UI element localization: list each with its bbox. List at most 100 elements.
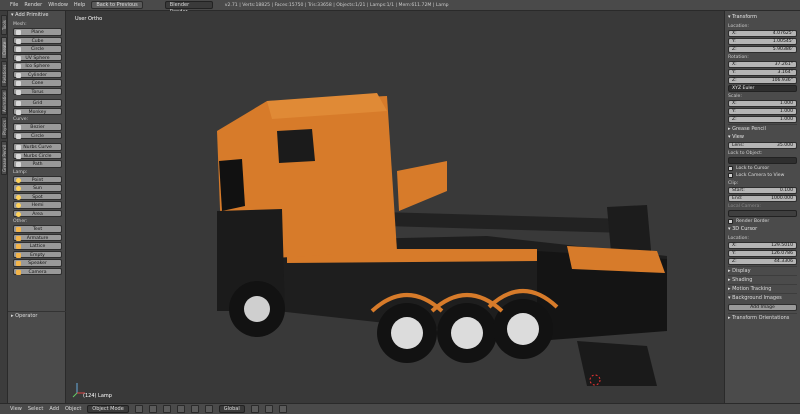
menu-render[interactable]: Render [24, 2, 42, 8]
render-engine-select[interactable]: Blender Render [164, 1, 213, 15]
add-lattice-button[interactable]: Lattice [13, 242, 62, 250]
add-monkey-button[interactable]: Monkey [13, 107, 62, 115]
add-bezier-button[interactable]: Bezier [13, 123, 62, 131]
add-ico-sphere-button[interactable]: Ico Sphere [13, 62, 62, 70]
add-cylinder-button[interactable]: Cylinder [13, 70, 62, 78]
menu-add[interactable]: Add [49, 406, 59, 412]
add-cone-label: Cone [31, 81, 44, 86]
add-nurbs-curve-button[interactable]: Nurbs Curve [13, 143, 62, 151]
render-border-checkbox[interactable]: Render Border [728, 218, 797, 225]
tab-animation[interactable]: Animation [1, 89, 7, 115]
cursor-y-field[interactable]: Y: 126.0786 [728, 250, 797, 257]
3d-cursor-header[interactable]: ▾ 3D Cursor [728, 225, 797, 234]
snap-icon[interactable] [264, 405, 273, 413]
add-nurbs-circle-button[interactable]: Nurbs Circle [13, 151, 62, 159]
tab-grease-pencil[interactable]: Grease Pencil [1, 141, 7, 175]
menu-help[interactable]: Help [74, 2, 85, 8]
lock-object-field[interactable] [728, 157, 797, 164]
add-torus-button[interactable]: Torus [13, 87, 62, 95]
tab-create[interactable]: Create [1, 37, 7, 59]
rotation-x-field[interactable]: X: 37.261° [728, 61, 797, 68]
scale-x-field[interactable]: X: 1.000 [728, 100, 797, 107]
toolshelf-tabs: Tools Create Relations Animation Physics… [0, 11, 8, 403]
scale-icon[interactable] [204, 405, 213, 413]
orientation-select[interactable]: Global [218, 405, 245, 413]
add-text-button[interactable]: Text [13, 225, 62, 233]
3d-viewport[interactable]: User Ortho (124) Lamp [67, 11, 724, 403]
clip-end-field[interactable]: End: 1000.000 [728, 195, 797, 202]
add-point-lamp-button[interactable]: Point [13, 175, 62, 183]
cursor-z-field[interactable]: Z: 44.3306 [728, 258, 797, 265]
add-hemi-lamp-button[interactable]: Hemi [13, 201, 62, 209]
translate-icon[interactable] [176, 405, 185, 413]
add-cone-button[interactable]: Cone [13, 79, 62, 87]
viewport-shading-icon[interactable] [134, 405, 143, 413]
transform-orientations-panel[interactable]: ▸ Transform Orientations [728, 313, 797, 322]
clip-start-field[interactable]: Start: 0.100 [728, 187, 797, 194]
tab-tools[interactable]: Tools [1, 15, 7, 35]
manipulator-icon[interactable] [162, 405, 171, 413]
location-z-field[interactable]: Z: 5.90386' [728, 46, 797, 53]
tab-physics[interactable]: Physics [1, 117, 7, 139]
menu-window[interactable]: Window [48, 2, 68, 8]
add-grid-button[interactable]: Grid [13, 99, 62, 107]
view-header[interactable]: ▾ View [728, 133, 797, 142]
rotation-y-field[interactable]: Y: 3.164° [728, 69, 797, 76]
mode-select[interactable]: Object Mode [87, 405, 129, 413]
add-area-lamp-button[interactable]: Area [13, 209, 62, 217]
tab-relations[interactable]: Relations [1, 61, 7, 87]
transform-orientations-label: Transform Orientations [732, 315, 790, 321]
local-camera-field[interactable] [728, 210, 797, 217]
menu-object[interactable]: Object [65, 406, 81, 412]
menu-view[interactable]: View [10, 406, 22, 412]
add-plane-button[interactable]: Plane [13, 28, 62, 36]
lens-field[interactable]: Lens: 35.000 [728, 142, 797, 149]
pivot-point-icon[interactable] [148, 405, 157, 413]
nurbs-curve-icon [16, 145, 21, 150]
motion-tracking-panel[interactable]: ▸ Motion Tracking [728, 284, 797, 293]
cursor-x-axis: X: [732, 243, 737, 248]
cursor-x-value: 129.5010 [771, 243, 793, 248]
add-path-button[interactable]: Path [13, 160, 62, 168]
rotate-icon[interactable] [190, 405, 199, 413]
nurbs-circle-icon [16, 153, 21, 159]
add-curve-circle-button[interactable]: Circle [13, 131, 62, 139]
display-panel[interactable]: ▸ Display [728, 266, 797, 275]
add-image-button[interactable]: Add Image [728, 304, 797, 311]
add-sun-lamp-button[interactable]: Sun [13, 184, 62, 192]
lock-to-cursor-checkbox[interactable]: Lock to Cursor [728, 165, 797, 172]
proportional-edit-icon[interactable] [278, 405, 287, 413]
grease-pencil-panel[interactable]: ▸ Grease Pencil [728, 124, 797, 133]
menu-select[interactable]: Select [28, 406, 43, 412]
add-speaker-button[interactable]: Speaker [13, 259, 62, 267]
scale-z-field[interactable]: Z: 1.000 [728, 116, 797, 123]
shading-label: Shading [732, 277, 753, 283]
add-camera-button[interactable]: Camera [13, 267, 62, 275]
add-empty-button[interactable]: Empty [13, 250, 62, 258]
menu-file[interactable]: File [10, 2, 18, 8]
location-x-field[interactable]: X: 4.07625' [728, 30, 797, 37]
location-y-field[interactable]: Y: 1.00545' [728, 38, 797, 45]
add-uv-sphere-button[interactable]: UV Sphere [13, 53, 62, 61]
scale-y-field[interactable]: Y: 1.000 [728, 108, 797, 115]
rotation-z-field[interactable]: Z: 106.936° [728, 77, 797, 84]
transform-title: Transform [732, 14, 757, 20]
background-images-panel[interactable]: ▾ Background Images [728, 293, 797, 302]
cursor-x-field[interactable]: X: 129.5010 [728, 242, 797, 249]
transform-header[interactable]: ▾ Transform [728, 13, 797, 22]
back-to-previous-button[interactable]: Back to Previous [91, 1, 143, 9]
add-cube-button[interactable]: Cube [13, 36, 62, 44]
add-primitive-header[interactable]: ▾ Add Primitive [8, 11, 65, 20]
lock-camera-checkbox[interactable]: Lock Camera to View [728, 172, 797, 179]
add-circle-button[interactable]: Circle [13, 45, 62, 53]
view-title: View [732, 134, 744, 140]
scale-z-axis: Z: [732, 117, 737, 122]
shading-panel[interactable]: ▸ Shading [728, 275, 797, 284]
operator-panel[interactable]: ▸ Operator [8, 311, 66, 320]
add-spot-lamp-button[interactable]: Spot [13, 192, 62, 200]
layer-icon[interactable] [250, 405, 259, 413]
scale-x-value: 1.000 [779, 101, 793, 106]
cylinder-icon [16, 72, 21, 78]
add-armature-button[interactable]: Armature [13, 233, 62, 241]
rotation-mode-select[interactable]: XYZ Euler [728, 85, 797, 92]
